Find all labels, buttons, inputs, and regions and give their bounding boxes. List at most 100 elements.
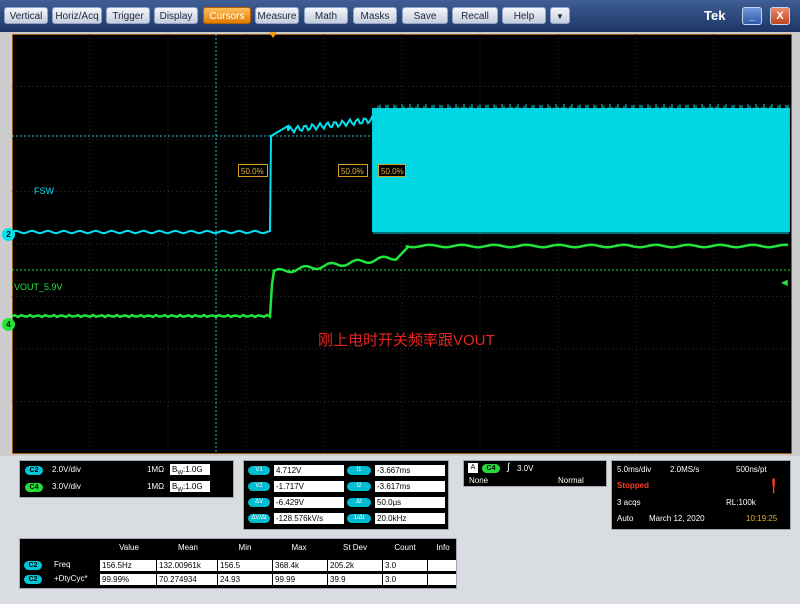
menu-help-button[interactable]: Help — [502, 7, 546, 24]
time-resolution: 500ns/pt — [736, 465, 767, 474]
col-header-info: Info — [436, 543, 450, 552]
col-header-min: Min — [238, 543, 252, 552]
row1-stdev: 205.2k — [328, 560, 382, 571]
ch4-impedance: 1MΩ — [147, 482, 165, 491]
ch2-scale: 2.0V/div — [52, 465, 81, 474]
row2-stdev: 39.9 — [328, 574, 382, 585]
col-header-stdev: St Dev — [342, 543, 367, 552]
ch4-bandwidth[interactable]: BW:1.0G — [170, 481, 210, 494]
cursor-readout-1: 50.0% — [238, 164, 268, 177]
menu-save-button[interactable]: Save — [402, 7, 448, 24]
row1-min: 156.5 — [218, 560, 272, 571]
inverse-delta-t-value: 20.0kHz — [375, 513, 445, 524]
trigger-slope-icon: ∫ — [507, 462, 510, 473]
acquisition-date: March 12, 2020 — [649, 514, 705, 523]
sample-rate: 2.0MS/s — [670, 465, 700, 474]
waveform-graticule[interactable] — [12, 34, 792, 454]
row1-name: Freq — [54, 560, 71, 569]
menu-display-button[interactable]: Display — [154, 7, 198, 24]
channel-settings-box[interactable]: C2 2.0V/div 1MΩ BW:1.0G C4 3.0V/div 1MΩ … — [19, 460, 234, 498]
trigger-channel-badge: C4 — [482, 464, 500, 473]
t1-value: -3.667ms — [375, 465, 445, 476]
menu-bar: Vertical Horiz/Acq Trigger Display Curso… — [0, 0, 800, 32]
delta-v-value: -6.429V — [274, 497, 344, 508]
menu-math-button[interactable]: Math — [304, 7, 348, 24]
menu-trigger-button[interactable]: Trigger — [106, 7, 150, 24]
delta-v-dt-value: -128.576kV/s — [274, 513, 344, 524]
row2-mean: 70.274934 — [157, 574, 217, 585]
col-header-max: Max — [291, 543, 307, 552]
tek-logo: Tek — [704, 8, 726, 23]
col-header-value: Value — [119, 543, 139, 552]
menu-cursors-button[interactable]: Cursors — [203, 7, 251, 24]
record-length: RL:100k — [726, 498, 756, 507]
row2-info — [428, 574, 456, 585]
t2-badge: t2 — [347, 482, 371, 491]
delta-v-badge: ΔV — [248, 498, 270, 507]
ch4-badge[interactable]: C4 — [25, 483, 43, 492]
trigger-run-mode: Auto — [617, 514, 634, 523]
trigger-level: 3.0V — [517, 464, 534, 473]
fsw-channel-label: FSW — [34, 186, 54, 196]
row2-min: 24.93 — [218, 574, 272, 585]
time-scale: 5.0ms/div — [617, 465, 652, 474]
ch2-bw-value: :1.0G — [183, 465, 203, 474]
cursor-readout-box[interactable]: V1 4.712V V2 -1.717V ΔV -6.429V ΔV/Δt -1… — [243, 460, 449, 530]
col-header-count: Count — [394, 543, 416, 552]
trigger-box[interactable]: A C4 ∫ 3.0V None Normal — [463, 460, 607, 487]
acquisition-count: 3 acqs — [617, 498, 641, 507]
row1-max: 368.4k — [273, 560, 327, 571]
row1-value: 156.5Hz — [100, 560, 156, 571]
acquisition-time: 10:19:25 — [746, 514, 778, 523]
row1-channel-badge: C2 — [24, 561, 42, 570]
stopped-indicator-icon: ╿ — [770, 479, 778, 493]
acquisition-state: Stopped — [617, 481, 649, 490]
ch4-scale: 3.0V/div — [52, 482, 81, 491]
row2-channel-badge: C2 — [24, 575, 42, 584]
ch4-ground-marker[interactable]: 4 — [2, 318, 15, 331]
menu-horiz-acq-button[interactable]: Horiz/Acq — [52, 7, 102, 24]
trigger-level-marker[interactable]: ◄ — [779, 278, 790, 289]
vout-channel-label: VOUT_5.9V — [14, 282, 63, 292]
t1-badge: t1 — [347, 466, 371, 475]
trigger-position-marker[interactable] — [269, 32, 277, 38]
menu-recall-button[interactable]: Recall — [452, 7, 498, 24]
menu-measure-button[interactable]: Measure — [255, 7, 299, 24]
ch2-ground-marker[interactable]: 2 — [2, 228, 15, 241]
menu-dropdown-button[interactable]: ▼ — [550, 7, 570, 24]
ch2-bandwidth[interactable]: BW:1.0G — [170, 464, 210, 477]
measurements-table[interactable]: Value Mean Min Max St Dev Count Info C2 … — [19, 538, 457, 589]
t2-value: -3.617ms — [375, 481, 445, 492]
v2-badge: V2 — [248, 482, 270, 491]
minimize-button[interactable]: _ — [742, 7, 762, 25]
ch4-bw-value: :1.0G — [183, 482, 203, 491]
fsw-switching-band — [372, 108, 790, 232]
col-header-mean: Mean — [177, 543, 198, 552]
row2-count: 3.0 — [383, 574, 427, 585]
trigger-coupling: None — [469, 476, 489, 485]
row1-count: 3.0 — [383, 560, 427, 571]
delta-t-badge: Δt — [347, 498, 371, 507]
close-button[interactable]: X — [770, 7, 790, 25]
timebase-box[interactable]: 5.0ms/div 2.0MS/s 500ns/pt Stopped ╿ 3 a… — [611, 460, 791, 530]
cursor-readout-3: 50.0% — [378, 164, 406, 177]
ch2-impedance: 1MΩ — [147, 465, 165, 474]
v2-value: -1.717V — [274, 481, 344, 492]
trigger-source-badge: A — [468, 463, 478, 473]
row2-name: +DtyCyc* — [54, 574, 88, 583]
row2-max: 99.99 — [273, 574, 327, 585]
trigger-mode: Normal — [558, 476, 584, 485]
waveform-annotation: 刚上电时开关频率跟VOUT — [318, 332, 495, 349]
delta-t-value: 50.0µs — [375, 497, 445, 508]
v1-badge: V1 — [248, 466, 270, 475]
menu-vertical-button[interactable]: Vertical — [4, 7, 48, 24]
row2-value: 99.99% — [100, 574, 156, 585]
delta-v-dt-badge: ΔV/Δt — [248, 514, 270, 523]
inverse-delta-t-badge: 1/Δt — [347, 514, 371, 523]
row1-mean: 132.00961k — [157, 560, 217, 571]
menu-masks-button[interactable]: Masks — [353, 7, 397, 24]
v1-value: 4.712V — [274, 465, 344, 476]
row1-info — [428, 560, 456, 571]
ch2-badge[interactable]: C2 — [25, 466, 43, 475]
cursor-readout-2: 50.0% — [338, 164, 368, 177]
